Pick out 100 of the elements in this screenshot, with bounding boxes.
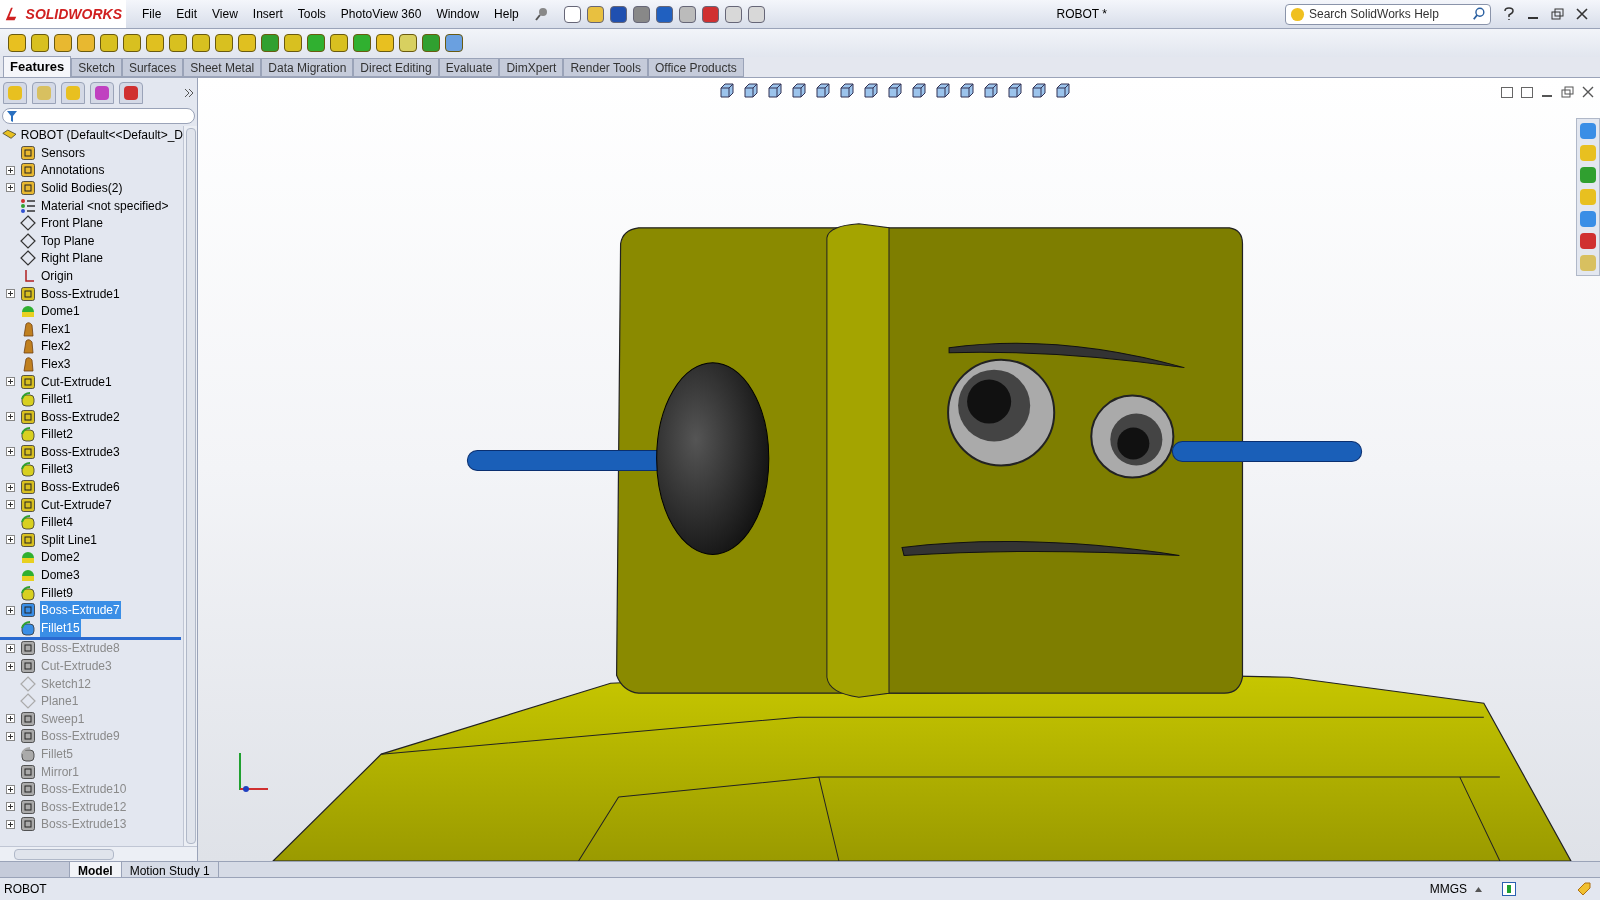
expand-icon[interactable] [184, 88, 194, 98]
split-view-icon[interactable] [1521, 86, 1533, 98]
tree-item[interactable]: Annotations [40, 161, 106, 180]
close-icon[interactable] [1582, 86, 1594, 98]
caret-icon[interactable] [1475, 886, 1482, 892]
expand-box-icon[interactable] [5, 447, 15, 457]
expand-box-icon[interactable] [5, 535, 15, 545]
quick-access-icon[interactable] [701, 5, 719, 23]
menu-item[interactable]: PhotoView 360 [340, 5, 422, 23]
menu-item[interactable]: Edit [176, 5, 198, 23]
toolbar-tool-icon[interactable] [215, 34, 233, 52]
expand-box-icon[interactable] [5, 377, 15, 386]
toolbar-tool-icon[interactable] [284, 34, 302, 52]
expand-box-icon[interactable] [5, 482, 15, 492]
tree-item[interactable]: Front Plane [40, 214, 105, 233]
toolbar-tool-icon[interactable] [238, 34, 256, 52]
view-cube-icon[interactable] [1006, 82, 1024, 100]
view-cube-icon[interactable] [1054, 82, 1072, 100]
tree-item[interactable]: Fillet9 [40, 583, 74, 602]
expand-box-icon[interactable] [5, 165, 15, 175]
toolbar-tool-icon[interactable] [422, 34, 440, 52]
expand-box-icon[interactable] [5, 412, 15, 422]
tree-item[interactable]: Material <not specified> [40, 196, 170, 215]
view-cube-icon[interactable] [838, 82, 856, 100]
view-cube-icon[interactable] [742, 82, 760, 100]
units-selector[interactable]: MMGS [1429, 880, 1467, 898]
quick-access-icon[interactable] [655, 5, 673, 23]
toolbar-tool-icon[interactable] [8, 34, 26, 52]
search-field[interactable]: Search SolidWorks Help [1285, 3, 1491, 25]
restore-icon[interactable] [1561, 86, 1574, 98]
tree-item[interactable]: Boss-Extrude3 [40, 442, 121, 461]
view-cube-icon[interactable] [886, 82, 904, 100]
view-cube-icon[interactable] [766, 82, 784, 100]
toolbar-tool-icon[interactable] [192, 34, 210, 52]
tree-item[interactable]: Solid Bodies(2) [40, 179, 124, 197]
quick-access-icon[interactable] [632, 5, 650, 23]
toolbar-tool-icon[interactable] [445, 34, 463, 52]
view-cube-icon[interactable] [910, 82, 928, 100]
expand-box-icon[interactable] [5, 819, 15, 829]
restore-icon[interactable] [1551, 8, 1564, 20]
command-tab[interactable]: DimXpert [499, 58, 564, 77]
expand-box-icon[interactable] [5, 802, 15, 812]
horizontal-scrollbar[interactable] [0, 846, 197, 861]
toolbar-tool-icon[interactable] [307, 34, 325, 52]
expand-box-icon[interactable] [5, 661, 15, 671]
command-tab[interactable]: Evaluate [438, 58, 500, 77]
view-cube-icon[interactable] [862, 82, 880, 100]
menu-item[interactable]: File [142, 5, 162, 23]
tree-item[interactable]: Top Plane [40, 231, 96, 250]
toolbar-tool-icon[interactable] [169, 34, 187, 52]
command-tab[interactable]: Features [3, 56, 72, 77]
pin-icon[interactable] [533, 6, 550, 22]
quick-access-icon[interactable] [678, 5, 696, 23]
vertical-scrollbar[interactable] [183, 126, 197, 846]
rollback-bar[interactable] [0, 636, 181, 640]
expand-box-icon[interactable] [5, 643, 15, 653]
panel-tab-icon[interactable] [90, 82, 114, 104]
tree-item[interactable]: Right Plane [40, 249, 105, 268]
filter-field[interactable] [2, 108, 195, 124]
help-icon[interactable] [1503, 7, 1515, 21]
view-cube-icon[interactable] [718, 82, 736, 100]
view-cube-icon[interactable] [1030, 82, 1048, 100]
tree-item[interactable]: Fillet2 [40, 425, 74, 444]
tag-icon[interactable] [1576, 881, 1592, 897]
toolbar-tool-icon[interactable] [353, 34, 371, 52]
view-cube-icon[interactable] [958, 82, 976, 100]
view-cube-icon[interactable] [790, 82, 808, 100]
tree-item[interactable]: Sensors [40, 143, 87, 162]
menu-item[interactable]: Insert [252, 5, 283, 23]
tree-item[interactable]: Dome2 [40, 548, 81, 567]
tree-item[interactable]: Cut-Extrude1 [40, 372, 113, 391]
expand-box-icon[interactable] [5, 731, 15, 741]
expand-box-icon[interactable] [5, 714, 15, 724]
menu-item[interactable]: Help [494, 5, 519, 23]
tree-item[interactable]: Cut-Extrude7 [40, 495, 113, 514]
expand-box-icon[interactable] [5, 183, 15, 193]
toolbar-tool-icon[interactable] [146, 34, 164, 52]
toolbar-tool-icon[interactable] [100, 34, 118, 52]
toolbar-tool-icon[interactable] [123, 34, 141, 52]
task-pane-icon[interactable] [1580, 233, 1596, 249]
toolbar-tool-icon[interactable] [77, 34, 95, 52]
tree-item[interactable]: Dome3 [40, 566, 81, 585]
menu-item[interactable]: Window [436, 5, 480, 23]
command-tab[interactable]: Office Products [647, 58, 744, 77]
expand-box-icon[interactable] [5, 289, 15, 299]
quick-access-icon[interactable] [747, 5, 765, 23]
toolbar-tool-icon[interactable] [399, 34, 417, 52]
quick-access-icon[interactable] [609, 5, 627, 23]
tree-root-label[interactable]: ROBOT (Default<<Default>_D [20, 126, 183, 144]
toolbar-tool-icon[interactable] [376, 34, 394, 52]
tree-item[interactable]: Fillet1 [40, 390, 74, 409]
tree-item[interactable]: Flex1 [40, 319, 72, 338]
command-tab[interactable]: Data Migration [261, 58, 354, 77]
menu-item[interactable]: Tools [297, 5, 326, 23]
command-tab[interactable]: Sheet Metal [183, 58, 262, 77]
tree-item[interactable]: Split Line1 [40, 530, 99, 549]
split-view-icon[interactable] [1501, 86, 1513, 98]
help-icon[interactable] [1502, 882, 1516, 896]
quick-access-icon[interactable] [563, 5, 581, 23]
view-cube-icon[interactable] [982, 82, 1000, 100]
